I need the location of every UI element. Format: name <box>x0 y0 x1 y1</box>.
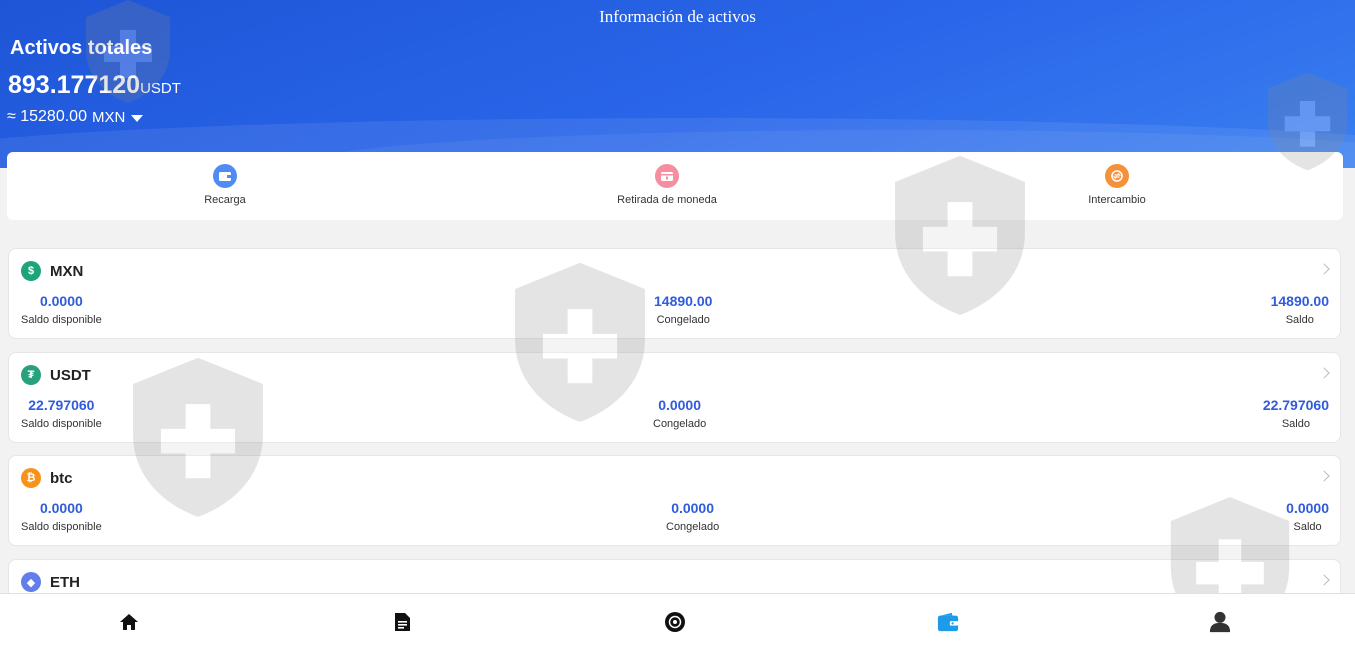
withdraw-button[interactable]: Retirada de moneda <box>567 164 767 206</box>
bitcoin-icon: ₿ <box>21 468 41 488</box>
ethereum-icon: ◆ <box>21 572 41 592</box>
exchange-label: Intercambio <box>1088 194 1146 206</box>
recharge-label: Recarga <box>204 194 246 206</box>
tether-icon: ₮ <box>21 365 41 385</box>
home-icon <box>120 614 138 630</box>
chevron-right-icon[interactable] <box>1318 367 1330 379</box>
withdraw-icon <box>655 164 679 188</box>
market-icon <box>665 612 685 632</box>
available-value: 22.797060 <box>28 397 95 413</box>
balance-column: 14890.00 Saldo <box>1271 293 1329 326</box>
total-assets-value: 893.177120USDT <box>8 71 181 100</box>
available-label: Saldo disponible <box>21 314 102 326</box>
available-column: 22.797060 Saldo disponible <box>21 397 102 430</box>
chevron-right-icon[interactable] <box>1318 263 1330 275</box>
approx-prefix: ≈ <box>7 108 16 125</box>
asset-name: ETH <box>50 574 80 591</box>
frozen-column: 0.0000 Congelado <box>653 397 706 430</box>
tab-orders[interactable] <box>391 611 413 633</box>
dollar-icon: $ <box>21 261 41 281</box>
asset-name: USDT <box>50 367 91 384</box>
page-title: Información de activos <box>599 7 756 26</box>
chevron-right-icon[interactable] <box>1318 470 1330 482</box>
approx-amount: 15280.00 <box>20 108 87 125</box>
balance-column: 0.0000 Saldo <box>1286 500 1329 533</box>
frozen-column: 0.0000 Congelado <box>666 500 719 533</box>
recharge-button[interactable]: Recarga <box>125 164 325 206</box>
caret-down-icon[interactable] <box>131 114 144 122</box>
available-column: 0.0000 Saldo disponible <box>21 500 102 533</box>
frozen-label: Congelado <box>653 418 707 430</box>
assets-header: Información de activos Activos totales 8… <box>0 0 1355 168</box>
frozen-label: Congelado <box>656 314 710 326</box>
chevron-right-icon[interactable] <box>1318 574 1330 586</box>
asset-card-mxn[interactable]: $ MXN 0.0000 Saldo disponible 14890.00 C… <box>8 248 1341 339</box>
total-value-unit: USDT <box>140 80 181 97</box>
user-icon <box>1209 611 1231 633</box>
frozen-value: 14890.00 <box>654 293 713 309</box>
asset-name: btc <box>50 470 73 487</box>
quick-actions-bar: Recarga Retirada de moneda Intercambio <box>7 152 1343 220</box>
tab-profile[interactable] <box>1209 611 1231 633</box>
available-label: Saldo disponible <box>21 418 102 430</box>
balance-label: Saldo <box>1285 314 1314 326</box>
tab-wallet[interactable] <box>937 611 959 633</box>
balance-value: 0.0000 <box>1286 500 1329 516</box>
frozen-label: Congelado <box>666 521 720 533</box>
frozen-column: 14890.00 Congelado <box>654 293 712 326</box>
asset-name: MXN <box>50 263 84 280</box>
wallet-icon <box>213 164 237 188</box>
currency-selector[interactable]: MXN <box>92 109 125 126</box>
frozen-value: 0.0000 <box>658 397 702 413</box>
tab-market[interactable] <box>664 611 686 633</box>
exchange-icon <box>1105 164 1129 188</box>
total-value-number: 893.177120 <box>8 71 141 99</box>
approx-value: ≈ 15280.00 MXN <box>7 108 144 126</box>
total-assets-label: Activos totales <box>10 37 153 59</box>
available-column: 0.0000 Saldo disponible <box>21 293 102 326</box>
balance-label: Saldo <box>1281 418 1310 430</box>
withdraw-label: Retirada de moneda <box>617 194 717 206</box>
available-label: Saldo disponible <box>21 521 102 533</box>
bottom-tab-bar <box>0 593 1355 645</box>
balance-value: 22.797060 <box>1262 397 1329 413</box>
balance-value: 14890.00 <box>1270 293 1329 309</box>
balance-column: 22.797060 Saldo <box>1263 397 1329 430</box>
asset-card-usdt[interactable]: ₮ USDT 22.797060 Saldo disponible 0.0000… <box>8 352 1341 443</box>
available-value: 0.0000 <box>39 293 83 309</box>
document-icon <box>394 613 410 631</box>
exchange-button[interactable]: Intercambio <box>1017 164 1217 206</box>
wallet-icon <box>937 612 959 632</box>
tab-home[interactable] <box>118 611 140 633</box>
asset-card-btc[interactable]: ₿ btc 0.0000 Saldo disponible 0.0000 Con… <box>8 455 1341 546</box>
frozen-value: 0.0000 <box>671 500 715 516</box>
balance-label: Saldo <box>1293 521 1322 533</box>
available-value: 0.0000 <box>39 500 83 516</box>
